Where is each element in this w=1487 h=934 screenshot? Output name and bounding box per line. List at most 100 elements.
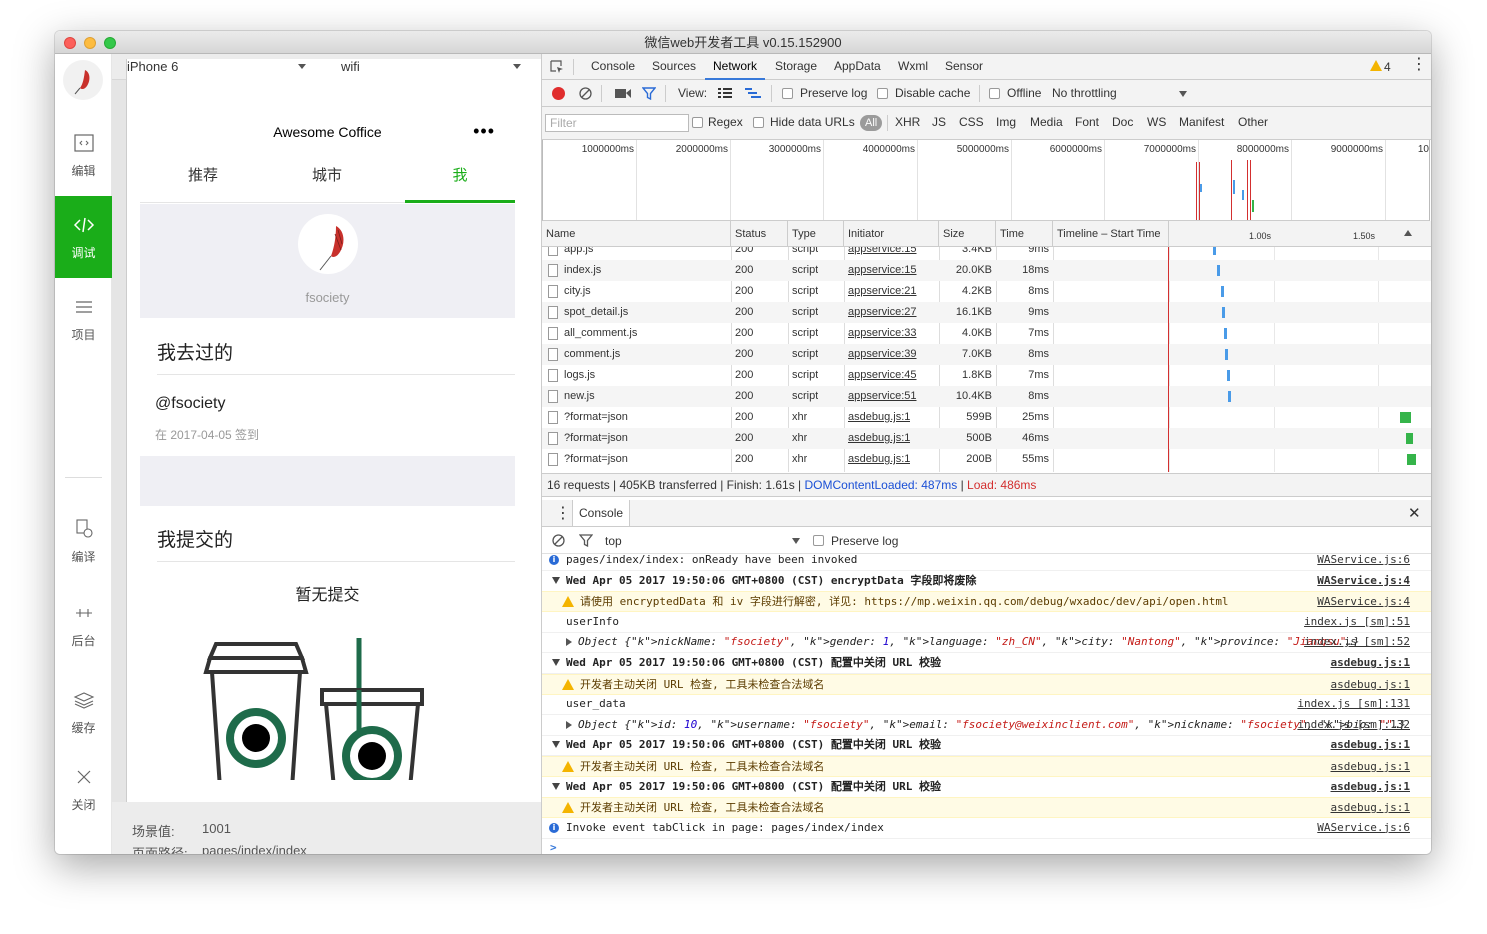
tab-console[interactable]: Console (583, 54, 643, 80)
warning-count[interactable]: 4 (1384, 60, 1391, 74)
tab-storage[interactable]: Storage (767, 54, 825, 80)
filter-img[interactable]: Img (996, 115, 1016, 129)
table-row[interactable]: comment.js 200 script appservice:39 7.0KB 8ms (542, 344, 1431, 365)
preserve-log-label[interactable]: Preserve log (800, 86, 867, 100)
filter-input[interactable]: Filter (545, 114, 689, 132)
waterfall-bar[interactable] (1399, 412, 1411, 423)
tab-wxml[interactable]: Wxml (890, 54, 936, 80)
console-source-link[interactable]: index.js [sm]:131 (1297, 694, 1410, 714)
expand-object-icon[interactable] (566, 638, 572, 647)
table-row[interactable]: ?format=json 200 xhr asdebug.js:1 500B 46ms (542, 428, 1431, 449)
network-overview[interactable]: 1000000ms 2000000ms 3000000ms 4000000ms … (542, 140, 1430, 221)
row-name[interactable]: spot_detail.js (564, 302, 729, 323)
inspect-element-icon[interactable] (550, 60, 564, 74)
minimize-window-button[interactable] (84, 37, 96, 49)
offline-label[interactable]: Offline (1007, 86, 1041, 100)
table-row[interactable]: ?format=json 200 xhr asdebug.js:1 200B 55ms (542, 449, 1431, 470)
waterfall-bar[interactable] (1221, 286, 1225, 297)
tab-recommend[interactable]: 推荐 (148, 154, 258, 203)
table-row[interactable]: all_comment.js 200 script appservice:33 4.0K… (542, 323, 1431, 344)
nav-project[interactable]: 项目 (55, 278, 112, 360)
waterfall-bar[interactable] (1213, 247, 1217, 255)
col-timeline[interactable]: Timeline – Start Time (1053, 221, 1169, 247)
expand-group-icon[interactable] (552, 741, 560, 749)
console-source-link[interactable]: WAService.js:6 (1317, 818, 1410, 838)
row-initiator[interactable]: appservice:15 (848, 247, 917, 260)
waterfall-bar[interactable] (1227, 370, 1231, 381)
row-name[interactable]: all_comment.js (564, 323, 729, 344)
console-source-link[interactable]: asdebug.js:1 (1331, 735, 1410, 755)
filter-xhr[interactable]: XHR (895, 115, 920, 129)
console-line[interactable]: Wed Apr 05 2017 19:50:06 GMT+0800 (CST) … (542, 777, 1431, 798)
zoom-window-button[interactable] (104, 37, 116, 49)
col-size[interactable]: Size (939, 221, 996, 247)
row-name[interactable]: ?format=json (564, 449, 729, 470)
table-row[interactable]: app.js 200 script appservice:15 3.4KB 9ms (542, 247, 1431, 260)
more-menu-button[interactable]: ••• (473, 122, 495, 140)
row-initiator[interactable]: appservice:51 (848, 386, 917, 407)
clear-icon[interactable] (579, 87, 592, 100)
col-status[interactable]: Status (731, 221, 788, 247)
expand-object-icon[interactable] (566, 720, 572, 729)
filter-icon[interactable] (642, 87, 656, 100)
nav-edit[interactable]: 编辑 (55, 114, 112, 196)
network-select[interactable]: wifi (341, 59, 360, 74)
console-source-link[interactable]: asdebug.js:1 (1331, 653, 1410, 673)
waterfall-bar[interactable] (1407, 454, 1417, 465)
large-rows-icon[interactable] (718, 88, 732, 99)
filter-font[interactable]: Font (1075, 115, 1099, 129)
console-output[interactable]: i pages/index/index: onReady have been in… (542, 554, 1431, 854)
nav-close[interactable]: 关闭 (55, 748, 112, 830)
row-initiator[interactable]: appservice:21 (848, 281, 917, 302)
console-line[interactable]: 开发者主动关闭 URL 检查, 工具未检查合法域名 asdebug.js:1 (542, 797, 1431, 819)
preserve-log-checkbox[interactable] (782, 88, 793, 99)
capture-screenshots-icon[interactable] (615, 88, 631, 99)
col-initiator[interactable]: Initiator (844, 221, 939, 247)
waterfall-bar[interactable] (1222, 307, 1226, 318)
throttling-select[interactable]: No throttling (1052, 86, 1117, 100)
console-source-link[interactable]: index.js [sm]:132 (1297, 715, 1410, 735)
console-line[interactable]: i pages/index/index: onReady have been in… (542, 554, 1431, 571)
row-initiator[interactable]: appservice:39 (848, 344, 917, 365)
row-initiator[interactable]: appservice:15 (848, 260, 917, 281)
table-row[interactable]: logs.js 200 script appservice:45 1.8KB 7ms (542, 365, 1431, 386)
drawer-menu-icon[interactable]: ⋮ (555, 503, 571, 523)
record-icon[interactable] (552, 87, 565, 100)
user-avatar[interactable] (63, 60, 103, 100)
row-name[interactable]: new.js (564, 386, 729, 407)
waterfall-icon[interactable] (745, 88, 761, 99)
row-name[interactable]: ?format=json (564, 428, 729, 449)
disable-cache-checkbox[interactable] (877, 88, 888, 99)
table-row[interactable]: new.js 200 script appservice:51 10.4KB 8ms (542, 386, 1431, 407)
close-window-button[interactable] (64, 37, 76, 49)
row-name[interactable]: city.js (564, 281, 729, 302)
waterfall-bar[interactable] (1406, 433, 1414, 444)
nav-background[interactable]: 后台 (55, 584, 112, 666)
console-preserve-log-checkbox[interactable] (813, 535, 824, 546)
clear-console-icon[interactable] (552, 534, 565, 547)
row-initiator[interactable]: asdebug.js:1 (848, 407, 910, 428)
console-line[interactable]: Wed Apr 05 2017 19:50:06 GMT+0800 (CST) … (542, 735, 1431, 757)
row-initiator[interactable]: asdebug.js:1 (848, 428, 910, 449)
console-source-link[interactable]: WAService.js:4 (1317, 592, 1410, 612)
hide-data-urls-label[interactable]: Hide data URLs (770, 115, 855, 129)
chevron-down-icon[interactable] (1179, 91, 1187, 97)
regex-label[interactable]: Regex (708, 115, 743, 129)
console-prompt[interactable]: > (550, 838, 557, 854)
waterfall-bar[interactable] (1224, 328, 1228, 339)
profile-avatar[interactable] (298, 214, 358, 274)
console-line[interactable]: user_data index.js [sm]:131 (542, 694, 1431, 716)
filter-other[interactable]: Other (1238, 115, 1268, 129)
tab-appdata[interactable]: AppData (826, 54, 889, 80)
console-source-link[interactable]: asdebug.js:1 (1331, 798, 1410, 818)
filter-doc[interactable]: Doc (1112, 115, 1133, 129)
table-row[interactable]: ?format=json 200 xhr asdebug.js:1 599B 25ms (542, 407, 1431, 428)
row-initiator[interactable]: asdebug.js:1 (848, 449, 910, 470)
console-filter-icon[interactable] (579, 534, 593, 547)
filter-all[interactable]: All (860, 115, 883, 131)
drawer-tab-console[interactable]: Console (572, 500, 631, 526)
console-source-link[interactable]: asdebug.js:1 (1331, 675, 1410, 695)
disable-cache-label[interactable]: Disable cache (895, 86, 970, 100)
console-source-link[interactable]: WAService.js:6 (1317, 554, 1410, 570)
console-line[interactable]: Object {"k">id: 10, "k">username: "fsoci… (542, 715, 1431, 736)
